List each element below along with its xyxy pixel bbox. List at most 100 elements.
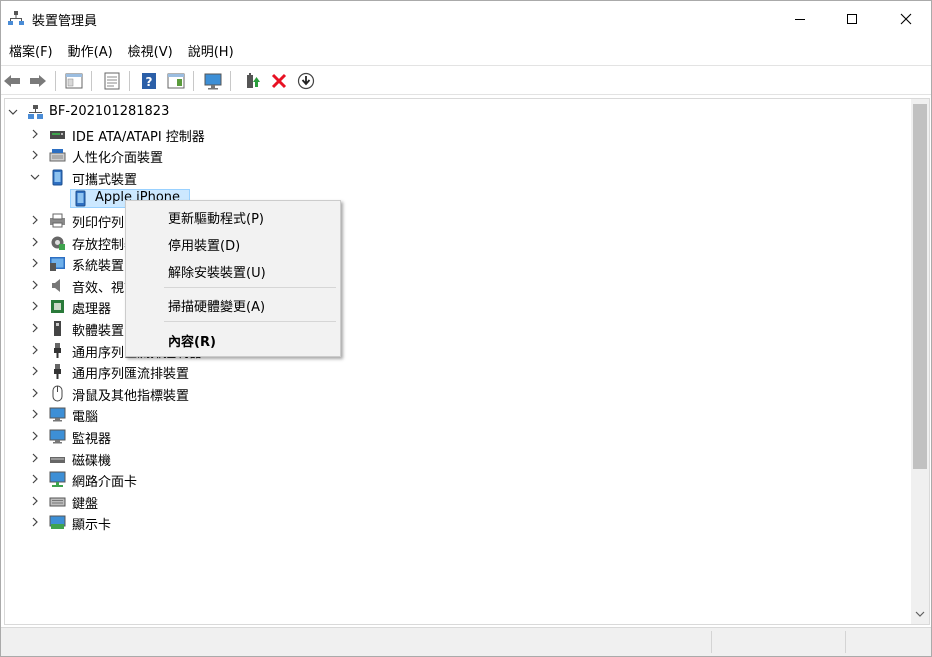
tree-category-row[interactable]: 通用序列匯流排裝置 bbox=[5, 361, 910, 382]
device-manager-icon bbox=[8, 11, 24, 25]
help-toolbar-button[interactable]: ? bbox=[138, 70, 160, 92]
tree-category-row[interactable]: 監視器 bbox=[5, 426, 910, 447]
tree-category-row[interactable]: IDE ATA/ATAPI 控制器 bbox=[5, 124, 910, 145]
delete-x-icon bbox=[271, 73, 287, 89]
window-title: 裝置管理員 bbox=[32, 14, 98, 29]
phone-icon bbox=[72, 190, 89, 207]
ide-controller-icon bbox=[49, 126, 66, 143]
menu-item-label: 內容(R) bbox=[168, 335, 216, 350]
menu-item-label: 掃描硬體變更(A) bbox=[168, 300, 266, 315]
tree-item-label: IDE ATA/ATAPI 控制器 bbox=[72, 129, 205, 145]
maximize-button[interactable] bbox=[829, 1, 875, 37]
chevron-right-icon[interactable] bbox=[29, 407, 41, 421]
tree-category-row[interactable]: 顯示卡 bbox=[5, 512, 910, 533]
menu-item-uninstall-device[interactable]: 解除安裝裝置(U) bbox=[126, 258, 340, 282]
toolbar-separator bbox=[129, 71, 130, 91]
vertical-scrollbar[interactable] bbox=[911, 99, 929, 624]
console-tree-icon bbox=[65, 73, 83, 89]
show-hide-console-tree-button[interactable] bbox=[63, 70, 85, 92]
action-pane-button[interactable] bbox=[165, 70, 187, 92]
title-bar: 裝置管理員 bbox=[1, 1, 931, 37]
menu-bar: 檔案(F) 動作(A) 檢視(V) 說明(H) bbox=[1, 37, 931, 63]
uninstall-toolbar-button[interactable] bbox=[268, 70, 290, 92]
menu-item-label: 解除安裝裝置(U) bbox=[168, 266, 266, 281]
menu-item-update-driver[interactable]: 更新驅動程式(P) bbox=[126, 204, 340, 228]
menu-separator bbox=[164, 321, 336, 322]
tree-category-row[interactable]: 可攜式裝置 bbox=[5, 167, 910, 188]
tree-item-label: 監視器 bbox=[72, 432, 112, 447]
storage-controller-icon bbox=[49, 234, 66, 251]
tree-root-label: BF-202101281823 bbox=[49, 104, 170, 119]
chevron-right-icon[interactable] bbox=[29, 127, 41, 141]
menu-item-disable-device[interactable]: 停用裝置(D) bbox=[126, 231, 340, 255]
chevron-right-icon[interactable] bbox=[29, 429, 41, 443]
tree-root-row[interactable]: BF-202101281823 bbox=[5, 102, 910, 123]
menu-item-scan-hardware[interactable]: 掃描硬體變更(A) bbox=[126, 292, 340, 316]
forward-button[interactable] bbox=[27, 70, 49, 92]
chevron-right-icon[interactable] bbox=[29, 299, 41, 313]
tree-category-row[interactable]: 人性化介面裝置 bbox=[5, 145, 910, 166]
tree-category-row[interactable]: 網路介面卡 bbox=[5, 469, 910, 490]
tree-item-label: 列印佇列 bbox=[72, 216, 125, 231]
chevron-right-icon[interactable] bbox=[29, 321, 41, 335]
printer-icon bbox=[49, 212, 66, 229]
back-arrow-icon bbox=[4, 75, 20, 87]
scrollbar-thumb[interactable] bbox=[913, 104, 927, 469]
portable-device-icon bbox=[49, 169, 66, 186]
chevron-right-icon[interactable] bbox=[29, 494, 41, 508]
tree-category-row[interactable]: 滑鼠及其他指標裝置 bbox=[5, 383, 910, 404]
enable-device-toolbar-button[interactable] bbox=[295, 70, 317, 92]
properties-sheet-icon bbox=[104, 72, 120, 90]
menu-item-properties[interactable]: 內容(R) bbox=[126, 327, 340, 351]
display-adapter-icon bbox=[49, 514, 66, 531]
menu-help[interactable]: 說明(H) bbox=[182, 41, 243, 60]
tree-category-row[interactable]: 磁碟機 bbox=[5, 448, 910, 469]
chevron-down-icon[interactable] bbox=[29, 170, 41, 184]
chevron-right-icon[interactable] bbox=[29, 364, 41, 378]
menu-file[interactable]: 檔案(F) bbox=[3, 41, 62, 60]
menu-item-label: 更新驅動程式(P) bbox=[168, 212, 264, 227]
scan-hardware-toolbar-button[interactable] bbox=[202, 70, 224, 92]
tree-item-label: 電腦 bbox=[72, 410, 99, 426]
chevron-right-icon[interactable] bbox=[29, 213, 41, 227]
chevron-right-icon[interactable] bbox=[29, 472, 41, 486]
chevron-right-icon[interactable] bbox=[29, 386, 41, 400]
back-button[interactable] bbox=[1, 70, 23, 92]
computer-icon bbox=[49, 406, 66, 423]
tree-item-label: 人性化介面裝置 bbox=[72, 151, 164, 167]
tree-item-label: 滑鼠及其他指標裝置 bbox=[72, 388, 190, 404]
chevron-right-icon[interactable] bbox=[29, 451, 41, 465]
forward-arrow-icon bbox=[30, 75, 46, 87]
scroll-down-button[interactable] bbox=[911, 605, 929, 623]
chevron-right-icon[interactable] bbox=[29, 515, 41, 529]
scan-monitor-icon bbox=[204, 73, 222, 90]
close-button[interactable] bbox=[883, 1, 929, 37]
minimize-icon bbox=[795, 19, 805, 20]
system-device-icon bbox=[49, 255, 66, 272]
properties-toolbar-button[interactable] bbox=[101, 70, 123, 92]
tree-category-row[interactable]: 電腦 bbox=[5, 404, 910, 425]
processor-icon bbox=[49, 298, 66, 315]
monitor-icon bbox=[49, 428, 66, 445]
chevron-right-icon[interactable] bbox=[29, 256, 41, 270]
tree-item-label: 網路介面卡 bbox=[72, 475, 138, 491]
chevron-right-icon[interactable] bbox=[29, 278, 41, 292]
tree-category-row[interactable]: 鍵盤 bbox=[5, 491, 910, 512]
toolbar-separator bbox=[55, 71, 56, 91]
tree-item-label: 鍵盤 bbox=[72, 496, 99, 512]
chevron-down-icon[interactable] bbox=[7, 105, 19, 119]
network-adapter-icon bbox=[49, 471, 66, 488]
chevron-right-icon[interactable] bbox=[29, 343, 41, 357]
menu-view[interactable]: 檢視(V) bbox=[122, 41, 182, 60]
mouse-icon bbox=[49, 385, 66, 402]
minimize-button[interactable] bbox=[777, 1, 823, 37]
menu-separator bbox=[164, 287, 336, 288]
menu-action[interactable]: 動作(A) bbox=[62, 41, 122, 60]
update-driver-toolbar-button[interactable] bbox=[242, 70, 264, 92]
audio-icon bbox=[49, 277, 66, 294]
status-cell bbox=[711, 631, 845, 653]
chevron-right-icon[interactable] bbox=[29, 235, 41, 249]
usb-icon bbox=[49, 342, 66, 359]
device-manager-window: 裝置管理員 檔案(F) 動作(A) 檢視(V) 說明(H) ? BF-20210… bbox=[0, 0, 932, 657]
chevron-right-icon[interactable] bbox=[29, 148, 41, 162]
